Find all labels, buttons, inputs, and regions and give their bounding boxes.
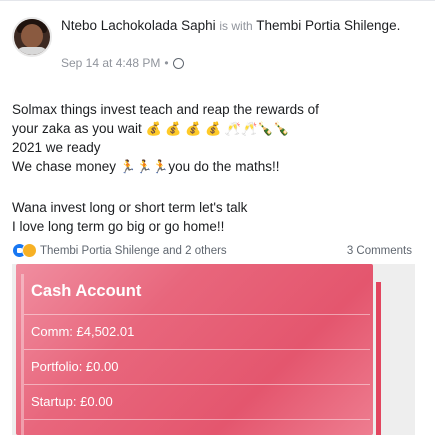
tagged-person[interactable]: Thembi Portia Shilenge [256, 18, 396, 33]
post-line: Wana invest long or short term let's tal… [12, 200, 248, 215]
card-panel: Cash Account Comm: £4,502.01 Portfolio: … [16, 264, 373, 435]
author-avatar[interactable] [12, 17, 52, 57]
reactions-bar: Thembi Portia Shilenge and 2 others 3 Co… [12, 241, 422, 261]
post-line-text: We chase money [12, 159, 117, 174]
author-line: Ntebo Lachokolada Saphi is with Thembi P… [61, 17, 421, 35]
post-line: 2021 we ready [12, 140, 101, 155]
card-row-startup: Startup: £0.00 [31, 394, 113, 409]
card-row-portfolio: Portfolio: £0.00 [31, 359, 119, 374]
post-header: Ntebo Lachokolada Saphi is with Thembi P… [0, 4, 435, 100]
globe-icon[interactable] [172, 57, 184, 69]
card-divider [24, 419, 370, 420]
post-meta: Sep 14 at 4:48 PM • [61, 56, 184, 70]
reactions-label[interactable]: Thembi Portia Shilenge and 2 others [40, 245, 227, 257]
post-line: I love long term go big or go home!! [12, 219, 225, 234]
post-line: your zaka as you wait 💰 💰 💰 💰 🥂🥂🍾🍾 [12, 119, 427, 138]
comments-link[interactable]: 3 Comments [347, 245, 412, 257]
with-word: is with [219, 19, 253, 33]
post-line: Solmax things invest teach and reap the … [12, 102, 319, 117]
post-timestamp[interactable]: Sep 14 at 4:48 PM [61, 56, 160, 70]
top-divider [0, 0, 435, 1]
post-body: Solmax things invest teach and reap the … [12, 100, 427, 236]
card-edge [376, 282, 381, 435]
running-icon: 🏃🏃🏃 [119, 159, 169, 174]
card-row-comm: Comm: £4,502.01 [31, 324, 135, 339]
card-divider [24, 384, 370, 385]
care-icon [22, 243, 37, 258]
end-punct: . [396, 18, 401, 33]
cash-account-card[interactable]: Cash Account Comm: £4,502.01 Portfolio: … [12, 264, 415, 435]
post-line-text: your zaka as you wait [12, 121, 142, 136]
author-name[interactable]: Ntebo Lachokolada Saphi [61, 18, 216, 33]
card-title: Cash Account [31, 282, 142, 300]
meta-separator: • [164, 56, 169, 70]
money-bag-icon: 💰 💰 💰 💰 🥂🥂🍾🍾 [145, 121, 290, 136]
card-divider [24, 349, 370, 350]
post-line-text: you do the maths!! [168, 159, 280, 174]
post-line: We chase money 🏃🏃🏃you do the maths!! [12, 157, 427, 176]
card-divider [24, 314, 370, 315]
reaction-icons[interactable] [12, 243, 40, 259]
